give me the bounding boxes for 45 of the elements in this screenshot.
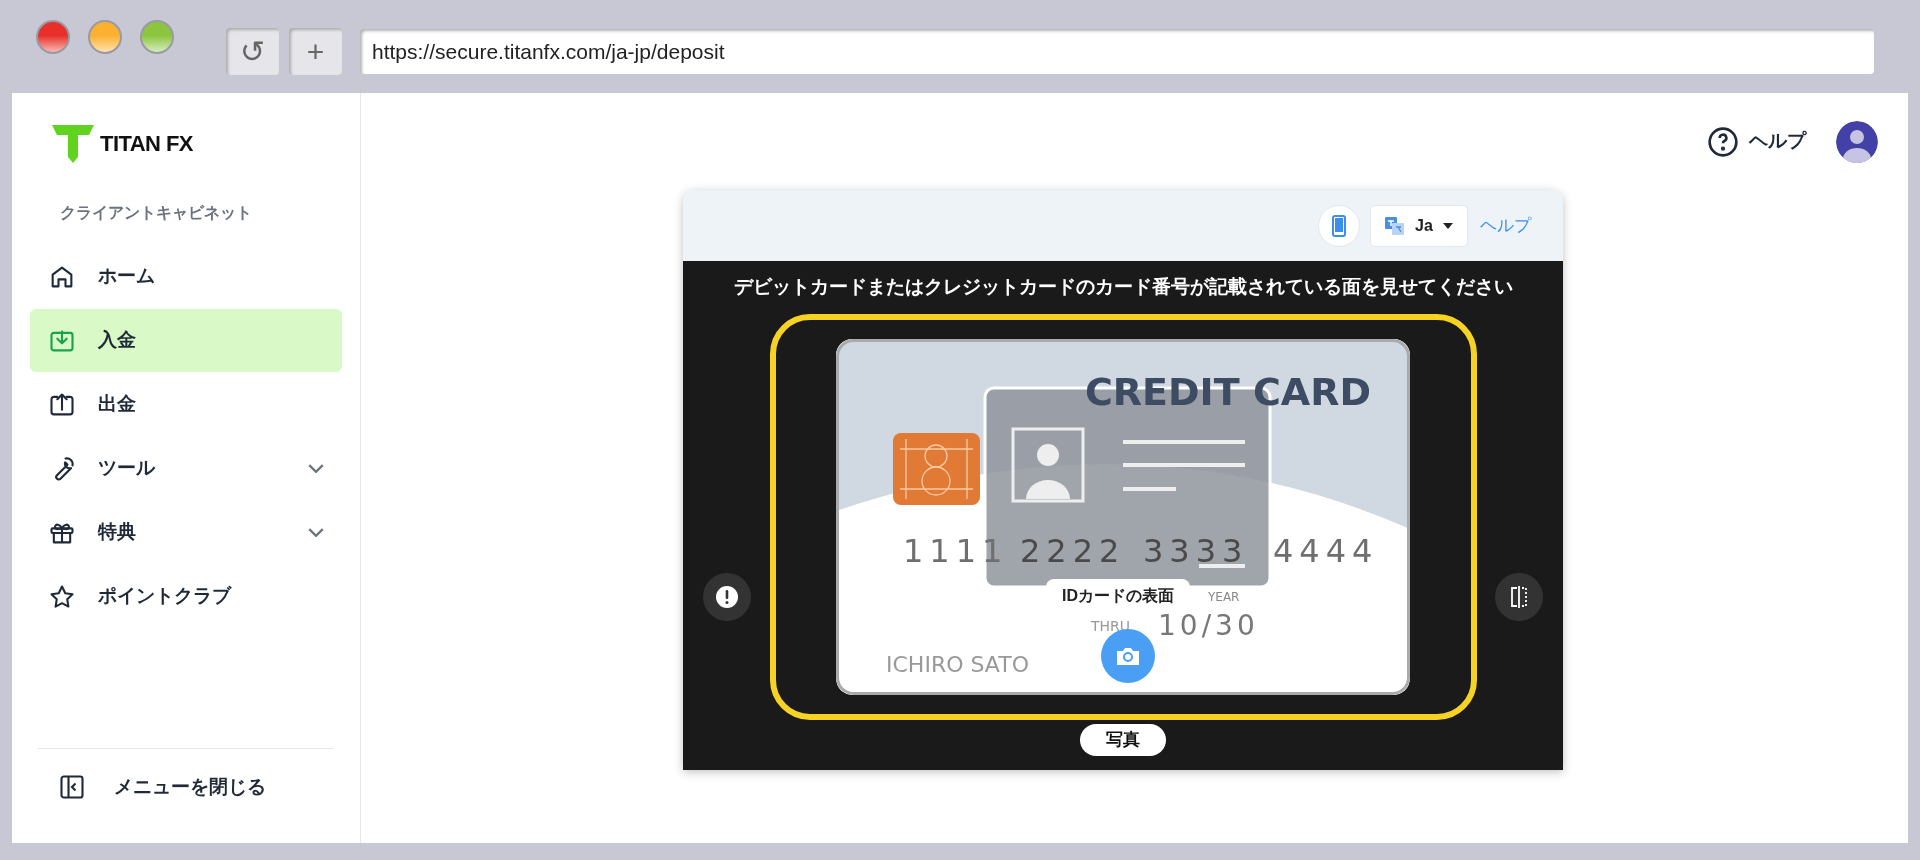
flip-button[interactable] bbox=[1495, 572, 1543, 621]
camera-icon bbox=[1115, 645, 1141, 666]
instruction-text: デビットカードまたはクレジットカードのカード番号が記載されている面を見せてください bbox=[733, 275, 1513, 299]
phone-icon bbox=[1332, 214, 1346, 237]
card-number: 4444 bbox=[1273, 531, 1379, 570]
nav-item[interactable]: 特典 bbox=[30, 501, 342, 564]
thru-label: THRU bbox=[1091, 617, 1131, 634]
language-dropdown[interactable]: Ja bbox=[1370, 204, 1468, 247]
address-bar[interactable]: https://secure.titanfx.com/ja-jp/deposit bbox=[360, 29, 1874, 74]
capture-mode-button[interactable]: 写真 bbox=[1080, 723, 1166, 756]
nav-label: ポイントクラブ bbox=[98, 584, 233, 609]
help-icon bbox=[1707, 125, 1739, 158]
alert-button[interactable] bbox=[703, 572, 751, 621]
phone-button[interactable] bbox=[1318, 204, 1360, 247]
nav-label: 入金 bbox=[98, 328, 137, 353]
avatar-icon[interactable] bbox=[1836, 120, 1878, 163]
nav-label: 特典 bbox=[98, 520, 137, 545]
logo[interactable]: TITAN FX bbox=[52, 123, 193, 163]
nav-item[interactable]: ポイントクラブ bbox=[30, 565, 342, 628]
cardholder-name: ICHIRO SATO bbox=[886, 651, 1029, 677]
nav-item[interactable]: ホーム bbox=[30, 245, 342, 308]
year-label: YEAR bbox=[1208, 589, 1240, 604]
caret-icon bbox=[1442, 222, 1453, 229]
card-number: 3333 bbox=[1143, 531, 1249, 570]
nav-item[interactable]: ツール bbox=[30, 437, 342, 500]
shield-icon bbox=[52, 123, 94, 163]
nav-item[interactable]: 入金 bbox=[30, 309, 342, 372]
translate-icon bbox=[1385, 216, 1406, 235]
collapse-menu-button[interactable]: メニューを閉じる bbox=[58, 767, 342, 807]
section-title: クライアントキャビネット bbox=[60, 203, 252, 223]
alert-icon bbox=[715, 584, 739, 609]
window-control[interactable] bbox=[36, 19, 70, 54]
card-number: 2222 bbox=[1020, 531, 1126, 570]
window-control[interactable] bbox=[88, 19, 122, 54]
nav-label: ツール bbox=[98, 456, 156, 481]
logo-text: TITAN FX bbox=[100, 129, 193, 158]
nav-label: 出金 bbox=[98, 392, 137, 417]
window-control[interactable] bbox=[140, 19, 174, 54]
help-link[interactable]: ヘルプ bbox=[1707, 125, 1806, 158]
mirror-icon bbox=[1509, 584, 1529, 609]
nav-item[interactable]: 出金 bbox=[30, 373, 342, 436]
new-tab-button[interactable]: + bbox=[289, 28, 342, 75]
nav-label: ホーム bbox=[98, 264, 156, 289]
reload-button[interactable]: ↺ bbox=[226, 28, 279, 75]
collapse-sidebar-icon bbox=[58, 773, 86, 801]
